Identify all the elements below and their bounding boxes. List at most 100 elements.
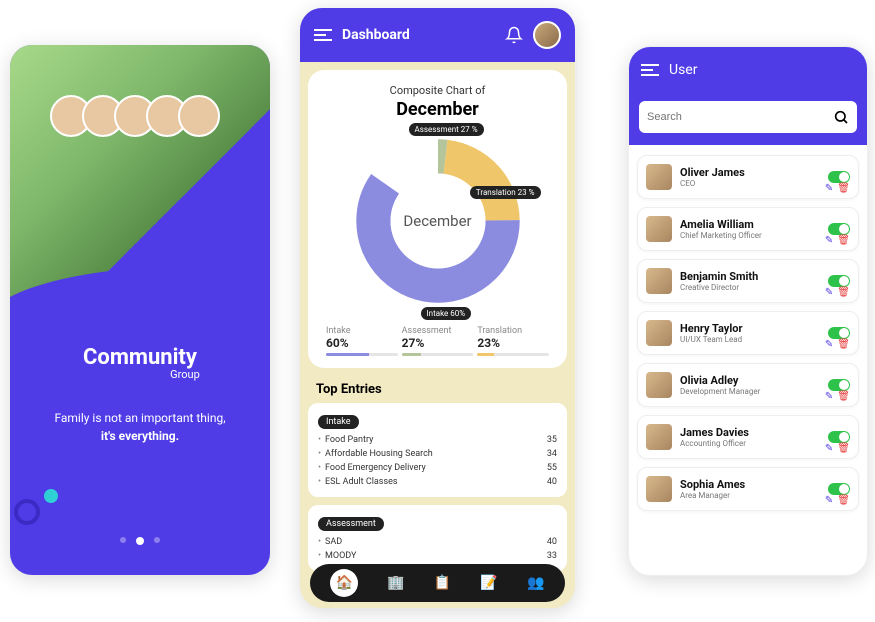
- edit-icon[interactable]: ✎: [825, 495, 833, 506]
- user-avatar: [646, 164, 672, 190]
- list-item: •Food Pantry35: [318, 433, 557, 447]
- user-name: Oliver James: [680, 166, 820, 179]
- user-row[interactable]: Oliver JamesCEO ✎ 🗑: [637, 155, 859, 199]
- edit-icon[interactable]: ✎: [825, 443, 833, 454]
- list-item: •ESL Adult Classes40: [318, 475, 557, 489]
- delete-icon[interactable]: 🗑: [837, 235, 850, 246]
- section-pill: Intake: [318, 415, 359, 429]
- entries-assessment: Assessment •SAD40 •MOODY33: [308, 505, 567, 571]
- delete-icon[interactable]: 🗑: [837, 443, 850, 454]
- delete-icon[interactable]: 🗑: [837, 391, 850, 402]
- accent-ring: [14, 499, 40, 525]
- menu-icon[interactable]: [641, 61, 659, 79]
- edit-icon[interactable]: ✎: [825, 339, 833, 350]
- user-info: Benjamin SmithCreative Director: [680, 270, 820, 292]
- user-info: James DaviesAccounting Officer: [680, 426, 820, 448]
- label-assessment: Assessment 27 %: [409, 123, 484, 136]
- user-info: Sophia AmesArea Manager: [680, 478, 820, 500]
- user-role: CEO: [680, 179, 820, 188]
- accent-bubble: [44, 489, 58, 503]
- edit-icon[interactable]: ✎: [825, 235, 833, 246]
- user-header: User: [629, 47, 867, 93]
- user-name: Olivia Adley: [680, 374, 820, 387]
- user-row[interactable]: Sophia AmesArea Manager ✎ 🗑: [637, 467, 859, 511]
- edit-icon[interactable]: ✎: [825, 287, 833, 298]
- user-row[interactable]: Benjamin SmithCreative Director ✎ 🗑: [637, 259, 859, 303]
- user-screen: User Oliver JamesCEO✎🗑Amelia WilliamChie…: [628, 46, 868, 576]
- splash-screen: Community Group Family is not an importa…: [10, 45, 270, 575]
- legend-intake: Intake 60%: [324, 326, 400, 356]
- menu-icon[interactable]: [314, 26, 332, 44]
- user-name: Henry Taylor: [680, 322, 820, 335]
- logo-text: Community: [30, 345, 250, 370]
- tab-bar: 🏠 🏢 📋 📝 👥: [310, 564, 565, 602]
- active-toggle[interactable]: [828, 431, 850, 443]
- tab-users-icon[interactable]: 👥: [527, 574, 545, 592]
- user-name: James Davies: [680, 426, 820, 439]
- user-role: Creative Director: [680, 283, 820, 292]
- label-translation: Translation 23 %: [470, 186, 541, 199]
- user-name: Amelia William: [680, 218, 820, 231]
- dot-active[interactable]: [136, 537, 144, 545]
- legend-translation: Translation 23%: [475, 326, 551, 356]
- user-info: Amelia WilliamChief Marketing Officer: [680, 218, 820, 240]
- delete-icon[interactable]: 🗑: [837, 287, 850, 298]
- dot[interactable]: [120, 537, 126, 543]
- page-title: User: [669, 62, 697, 78]
- list-item: •Affordable Housing Search34: [318, 447, 557, 461]
- search-box[interactable]: [639, 101, 857, 133]
- dashboard-screen: Dashboard Composite Chart of December De…: [300, 8, 575, 608]
- user-list: Oliver JamesCEO✎🗑Amelia WilliamChief Mar…: [629, 145, 867, 521]
- user-role: Chief Marketing Officer: [680, 231, 820, 240]
- user-row[interactable]: Olivia AdleyDevelopment Manager✎🗑: [637, 363, 859, 407]
- search-input[interactable]: [647, 111, 833, 123]
- active-toggle[interactable]: [828, 327, 850, 339]
- dashboard-header: Dashboard: [300, 8, 575, 62]
- bell-icon[interactable]: [505, 26, 523, 44]
- user-avatar: [646, 216, 672, 242]
- list-item: •Food Emergency Delivery55: [318, 461, 557, 475]
- tab-list-icon[interactable]: 📋: [433, 574, 451, 592]
- section-pill: Assessment: [318, 517, 384, 531]
- label-intake: Intake 60%: [421, 307, 472, 320]
- delete-icon[interactable]: 🗑: [837, 495, 850, 506]
- user-avatar: [646, 424, 672, 450]
- user-avatar: [646, 372, 672, 398]
- edit-icon[interactable]: ✎: [825, 391, 833, 402]
- avatar[interactable]: [533, 21, 561, 49]
- tab-building-icon[interactable]: 🏢: [387, 574, 405, 592]
- top-entries-title: Top Entries: [308, 376, 567, 403]
- user-role: Accounting Officer: [680, 439, 820, 448]
- tagline: Family is not an important thing, it's e…: [30, 409, 250, 445]
- user-avatar: [646, 476, 672, 502]
- page-indicator[interactable]: [120, 537, 160, 545]
- user-avatar: [646, 320, 672, 346]
- active-toggle[interactable]: [828, 171, 850, 183]
- hero-image: [10, 45, 270, 325]
- list-item: •SAD40: [318, 535, 557, 549]
- active-toggle[interactable]: [828, 379, 850, 391]
- user-info: Oliver JamesCEO: [680, 166, 820, 188]
- delete-icon[interactable]: 🗑: [837, 339, 850, 350]
- chart-supertitle: Composite Chart of: [318, 84, 557, 97]
- dot[interactable]: [154, 537, 160, 543]
- user-name: Benjamin Smith: [680, 270, 820, 283]
- active-toggle[interactable]: [828, 223, 850, 235]
- active-toggle[interactable]: [828, 483, 850, 495]
- user-role: UI/UX Team Lead: [680, 335, 820, 344]
- tab-home-icon[interactable]: 🏠: [330, 569, 358, 597]
- tab-notes-icon[interactable]: 📝: [480, 574, 498, 592]
- edit-icon[interactable]: ✎: [825, 183, 833, 194]
- search-icon[interactable]: [833, 109, 849, 125]
- active-toggle[interactable]: [828, 275, 850, 287]
- top-entries: Top Entries Intake •Food Pantry35 •Affor…: [308, 376, 567, 571]
- user-row[interactable]: James DaviesAccounting Officer ✎ 🗑: [637, 415, 859, 459]
- user-avatar: [646, 268, 672, 294]
- page-title: Dashboard: [342, 27, 495, 43]
- user-row[interactable]: Henry TaylorUI/UX Team Lead ✎ 🗑: [637, 311, 859, 355]
- legend-assessment: Assessment 27%: [400, 326, 476, 356]
- chart-card: Composite Chart of December December Ass…: [308, 70, 567, 368]
- user-row[interactable]: Amelia WilliamChief Marketing Officer ✎ 🗑: [637, 207, 859, 251]
- user-name: Sophia Ames: [680, 478, 820, 491]
- delete-icon[interactable]: 🗑: [837, 183, 850, 194]
